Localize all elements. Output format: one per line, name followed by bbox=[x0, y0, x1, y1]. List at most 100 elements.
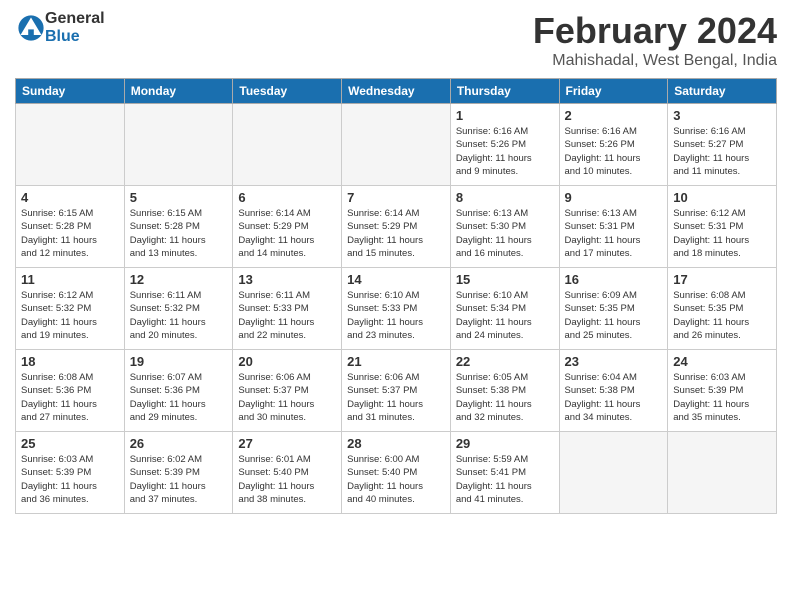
location: Mahishadal, West Bengal, India bbox=[533, 52, 777, 70]
day-number: 22 bbox=[456, 354, 554, 369]
day-info: Sunrise: 6:06 AM Sunset: 5:37 PM Dayligh… bbox=[238, 371, 336, 424]
day-cell: 24 Sunrise: 6:03 AM Sunset: 5:39 PM Dayli… bbox=[668, 350, 777, 432]
day-cell: 14 Sunrise: 6:10 AM Sunset: 5:33 PM Dayli… bbox=[342, 268, 451, 350]
day-cell: 15 Sunrise: 6:10 AM Sunset: 5:34 PM Dayli… bbox=[450, 268, 559, 350]
day-info: Sunrise: 6:06 AM Sunset: 5:37 PM Dayligh… bbox=[347, 371, 445, 424]
day-number: 5 bbox=[130, 190, 228, 205]
day-info: Sunrise: 6:08 AM Sunset: 5:35 PM Dayligh… bbox=[673, 289, 771, 342]
day-number: 1 bbox=[456, 108, 554, 123]
week-row-1: 4Sunrise: 6:15 AM Sunset: 5:28 PM Daylig… bbox=[16, 186, 777, 268]
day-number: 10 bbox=[673, 190, 771, 205]
day-cell: 28 Sunrise: 6:00 AM Sunset: 5:40 PM Dayli… bbox=[342, 432, 451, 514]
day-cell: 8Sunrise: 6:13 AM Sunset: 5:30 PM Daylig… bbox=[450, 186, 559, 268]
day-info: Sunrise: 6:07 AM Sunset: 5:36 PM Dayligh… bbox=[130, 371, 228, 424]
day-cell: 3 Sunrise: 6:16 AM Sunset: 5:27 PM Daylig… bbox=[668, 104, 777, 186]
week-row-0: 1 Sunrise: 6:16 AM Sunset: 5:26 PM Daylig… bbox=[16, 104, 777, 186]
week-row-3: 18Sunrise: 6:08 AM Sunset: 5:36 PM Dayli… bbox=[16, 350, 777, 432]
day-cell: 23 Sunrise: 6:04 AM Sunset: 5:38 PM Dayli… bbox=[559, 350, 668, 432]
day-cell: 18Sunrise: 6:08 AM Sunset: 5:36 PM Dayli… bbox=[16, 350, 125, 432]
day-number: 24 bbox=[673, 354, 771, 369]
day-info: Sunrise: 6:03 AM Sunset: 5:39 PM Dayligh… bbox=[673, 371, 771, 424]
day-info: Sunrise: 6:16 AM Sunset: 5:27 PM Dayligh… bbox=[673, 125, 771, 178]
day-cell bbox=[342, 104, 451, 186]
day-cell: 29Sunrise: 5:59 AM Sunset: 5:41 PM Dayli… bbox=[450, 432, 559, 514]
week-row-2: 11Sunrise: 6:12 AM Sunset: 5:32 PM Dayli… bbox=[16, 268, 777, 350]
day-cell: 20 Sunrise: 6:06 AM Sunset: 5:37 PM Dayli… bbox=[233, 350, 342, 432]
day-cell: 10 Sunrise: 6:12 AM Sunset: 5:31 PM Dayli… bbox=[668, 186, 777, 268]
day-number: 9 bbox=[565, 190, 663, 205]
page-container: General Blue February 2024 Mahishadal, W… bbox=[0, 0, 792, 524]
day-info: Sunrise: 6:11 AM Sunset: 5:32 PM Dayligh… bbox=[130, 289, 228, 342]
day-info: Sunrise: 6:10 AM Sunset: 5:33 PM Dayligh… bbox=[347, 289, 445, 342]
day-info: Sunrise: 6:03 AM Sunset: 5:39 PM Dayligh… bbox=[21, 453, 119, 506]
header-cell-thursday: Thursday bbox=[450, 79, 559, 104]
day-cell: 25 Sunrise: 6:03 AM Sunset: 5:39 PM Dayli… bbox=[16, 432, 125, 514]
day-number: 6 bbox=[238, 190, 336, 205]
day-cell: 27Sunrise: 6:01 AM Sunset: 5:40 PM Dayli… bbox=[233, 432, 342, 514]
day-cell: 21 Sunrise: 6:06 AM Sunset: 5:37 PM Dayli… bbox=[342, 350, 451, 432]
header-cell-saturday: Saturday bbox=[668, 79, 777, 104]
day-info: Sunrise: 6:12 AM Sunset: 5:31 PM Dayligh… bbox=[673, 207, 771, 260]
day-info: Sunrise: 6:05 AM Sunset: 5:38 PM Dayligh… bbox=[456, 371, 554, 424]
logo: General Blue bbox=[15, 10, 105, 45]
day-info: Sunrise: 6:15 AM Sunset: 5:28 PM Dayligh… bbox=[21, 207, 119, 260]
day-cell: 22 Sunrise: 6:05 AM Sunset: 5:38 PM Dayli… bbox=[450, 350, 559, 432]
day-number: 13 bbox=[238, 272, 336, 287]
day-number: 17 bbox=[673, 272, 771, 287]
day-number: 21 bbox=[347, 354, 445, 369]
day-cell: 13 Sunrise: 6:11 AM Sunset: 5:33 PM Dayli… bbox=[233, 268, 342, 350]
day-number: 23 bbox=[565, 354, 663, 369]
header-cell-monday: Monday bbox=[124, 79, 233, 104]
day-cell bbox=[559, 432, 668, 514]
day-info: Sunrise: 6:12 AM Sunset: 5:32 PM Dayligh… bbox=[21, 289, 119, 342]
header-cell-friday: Friday bbox=[559, 79, 668, 104]
day-cell: 5 Sunrise: 6:15 AM Sunset: 5:28 PM Daylig… bbox=[124, 186, 233, 268]
day-cell bbox=[233, 104, 342, 186]
header-cell-sunday: Sunday bbox=[16, 79, 125, 104]
day-number: 26 bbox=[130, 436, 228, 451]
day-number: 14 bbox=[347, 272, 445, 287]
day-number: 20 bbox=[238, 354, 336, 369]
day-number: 8 bbox=[456, 190, 554, 205]
day-info: Sunrise: 6:14 AM Sunset: 5:29 PM Dayligh… bbox=[238, 207, 336, 260]
day-cell: 19 Sunrise: 6:07 AM Sunset: 5:36 PM Dayli… bbox=[124, 350, 233, 432]
day-number: 3 bbox=[673, 108, 771, 123]
day-number: 19 bbox=[130, 354, 228, 369]
week-row-4: 25 Sunrise: 6:03 AM Sunset: 5:39 PM Dayli… bbox=[16, 432, 777, 514]
day-number: 7 bbox=[347, 190, 445, 205]
logo-blue: Blue bbox=[45, 28, 105, 46]
day-info: Sunrise: 6:10 AM Sunset: 5:34 PM Dayligh… bbox=[456, 289, 554, 342]
header-row: SundayMondayTuesdayWednesdayThursdayFrid… bbox=[16, 79, 777, 104]
day-number: 27 bbox=[238, 436, 336, 451]
day-number: 18 bbox=[21, 354, 119, 369]
day-cell bbox=[16, 104, 125, 186]
day-info: Sunrise: 6:15 AM Sunset: 5:28 PM Dayligh… bbox=[130, 207, 228, 260]
day-cell: 17 Sunrise: 6:08 AM Sunset: 5:35 PM Dayli… bbox=[668, 268, 777, 350]
day-info: Sunrise: 6:11 AM Sunset: 5:33 PM Dayligh… bbox=[238, 289, 336, 342]
day-info: Sunrise: 6:14 AM Sunset: 5:29 PM Dayligh… bbox=[347, 207, 445, 260]
day-number: 28 bbox=[347, 436, 445, 451]
day-number: 25 bbox=[21, 436, 119, 451]
day-cell: 4Sunrise: 6:15 AM Sunset: 5:28 PM Daylig… bbox=[16, 186, 125, 268]
day-cell: 9 Sunrise: 6:13 AM Sunset: 5:31 PM Daylig… bbox=[559, 186, 668, 268]
day-cell bbox=[668, 432, 777, 514]
logo-icon bbox=[17, 14, 45, 42]
day-info: Sunrise: 6:02 AM Sunset: 5:39 PM Dayligh… bbox=[130, 453, 228, 506]
day-number: 16 bbox=[565, 272, 663, 287]
day-info: Sunrise: 5:59 AM Sunset: 5:41 PM Dayligh… bbox=[456, 453, 554, 506]
day-cell: 26 Sunrise: 6:02 AM Sunset: 5:39 PM Dayli… bbox=[124, 432, 233, 514]
day-cell: 11Sunrise: 6:12 AM Sunset: 5:32 PM Dayli… bbox=[16, 268, 125, 350]
day-number: 12 bbox=[130, 272, 228, 287]
day-cell bbox=[124, 104, 233, 186]
day-info: Sunrise: 6:16 AM Sunset: 5:26 PM Dayligh… bbox=[565, 125, 663, 178]
header: General Blue February 2024 Mahishadal, W… bbox=[15, 10, 777, 70]
day-cell: 7 Sunrise: 6:14 AM Sunset: 5:29 PM Daylig… bbox=[342, 186, 451, 268]
day-info: Sunrise: 6:13 AM Sunset: 5:31 PM Dayligh… bbox=[565, 207, 663, 260]
month-title: February 2024 bbox=[533, 10, 777, 52]
day-info: Sunrise: 6:00 AM Sunset: 5:40 PM Dayligh… bbox=[347, 453, 445, 506]
calendar-table: SundayMondayTuesdayWednesdayThursdayFrid… bbox=[15, 78, 777, 514]
day-info: Sunrise: 6:04 AM Sunset: 5:38 PM Dayligh… bbox=[565, 371, 663, 424]
day-number: 15 bbox=[456, 272, 554, 287]
day-cell: 2Sunrise: 6:16 AM Sunset: 5:26 PM Daylig… bbox=[559, 104, 668, 186]
header-cell-wednesday: Wednesday bbox=[342, 79, 451, 104]
